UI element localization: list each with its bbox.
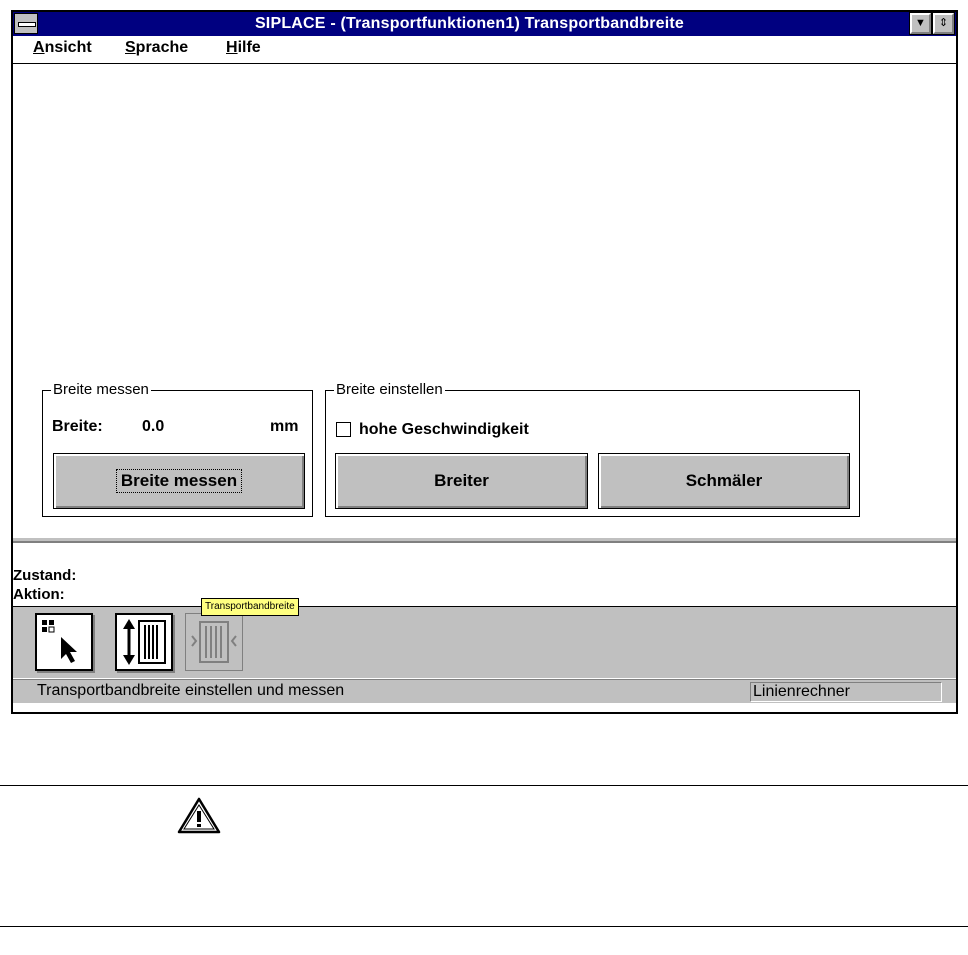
- toolbar-tooltip: Transportbandbreite: [201, 598, 299, 616]
- window-title: SIPLACE - (Transportfunktionen1) Transpo…: [254, 15, 685, 32]
- adjust-group-caption: Breite einstellen: [334, 381, 445, 398]
- note-top-rule: [0, 785, 968, 786]
- menu-hilfe[interactable]: Hilfe: [226, 39, 261, 57]
- app-window: SIPLACE - (Transportfunktionen1) Transpo…: [11, 10, 958, 714]
- warning-icon: [175, 796, 223, 841]
- transport-width-icon[interactable]: [185, 613, 243, 671]
- system-menu-button[interactable]: [14, 13, 38, 34]
- transport-adjust-icon[interactable]: [115, 613, 173, 671]
- adjust-width-group: Breite einstellen hohe Geschwindigkeit B…: [325, 381, 860, 517]
- measure-group-caption: Breite messen: [51, 381, 151, 398]
- menu-bar: Ansicht Sprache Hilfe: [13, 36, 956, 64]
- status-computer: Linienrechner: [750, 682, 942, 702]
- narrower-button[interactable]: Schmäler: [598, 453, 850, 509]
- minimize-button[interactable]: ▼: [909, 12, 932, 35]
- width-label: Breite:: [52, 418, 103, 435]
- splitter-bar[interactable]: [13, 536, 956, 543]
- width-value: 0.0: [142, 418, 165, 435]
- menu-ansicht[interactable]: Ansicht: [33, 39, 92, 57]
- status-bar: Transportbandbreite einstellen und messe…: [13, 679, 956, 703]
- measure-width-button[interactable]: Breite messen: [53, 453, 305, 509]
- select-pointer-icon[interactable]: [35, 613, 93, 671]
- high-speed-checkbox[interactable]: [336, 422, 351, 437]
- action-label: Aktion:: [13, 586, 65, 603]
- state-label: Zustand:: [13, 567, 77, 584]
- restore-button[interactable]: ⇕: [932, 12, 955, 35]
- measure-width-button-label: Breite messen: [115, 469, 243, 493]
- measure-width-group: Breite messen Breite: 0.0 mm Breite mess…: [42, 381, 313, 517]
- title-bar[interactable]: SIPLACE - (Transportfunktionen1) Transpo…: [13, 12, 956, 36]
- toolbar: [13, 606, 956, 678]
- note-bottom-rule: [0, 926, 968, 927]
- width-unit: mm: [270, 418, 299, 435]
- menu-sprache[interactable]: Sprache: [125, 39, 188, 57]
- wider-button[interactable]: Breiter: [335, 453, 588, 509]
- status-message: Transportbandbreite einstellen und messe…: [37, 682, 345, 699]
- high-speed-label: hohe Geschwindigkeit: [359, 421, 529, 438]
